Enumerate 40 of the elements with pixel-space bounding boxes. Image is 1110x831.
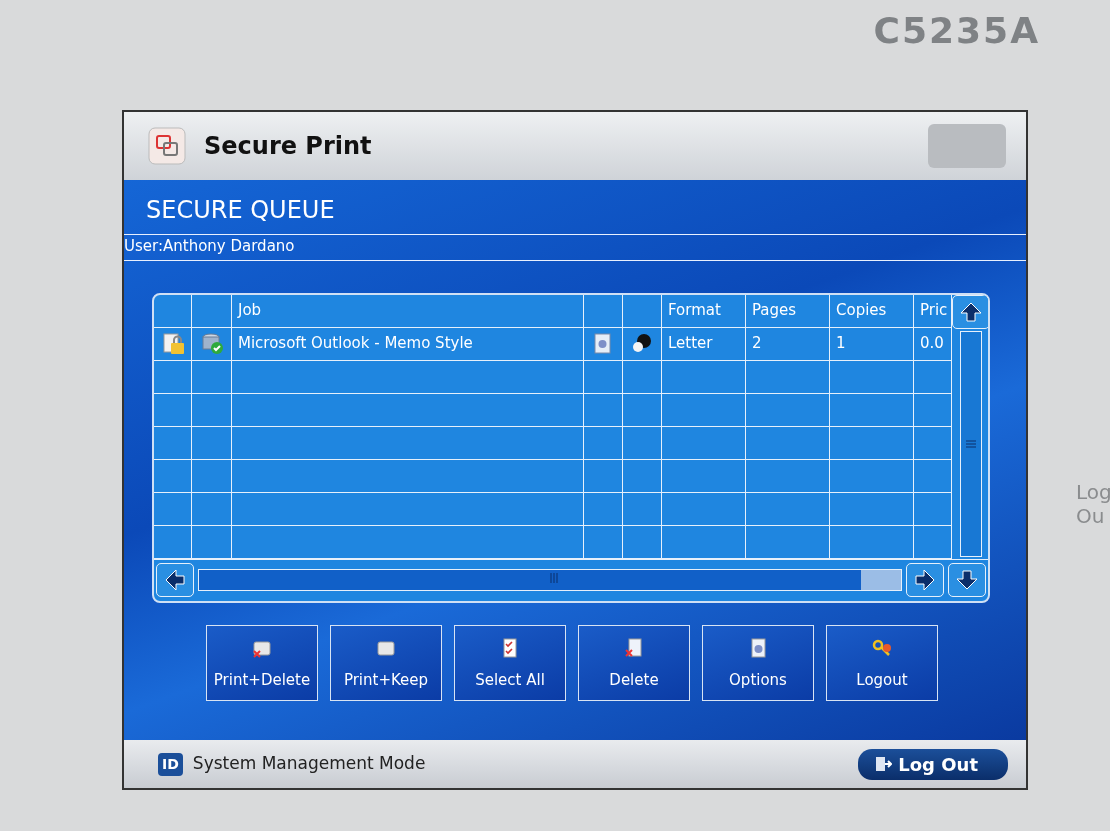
locked-document-icon xyxy=(160,331,185,356)
up-arrow-icon xyxy=(960,300,982,323)
bezel-text: Ou xyxy=(1076,504,1106,528)
column-header: Copies xyxy=(830,294,914,328)
right-arrow-icon xyxy=(914,569,936,591)
mode-label: System Management Mode xyxy=(192,752,426,776)
scroll-right-button[interactable] xyxy=(906,563,944,597)
column-header: Job xyxy=(232,294,584,328)
user-label: User:Anthony Dardano xyxy=(124,234,1026,261)
table-cell: 2 xyxy=(746,327,830,361)
action-button[interactable]: Options xyxy=(702,624,814,701)
scroll-thumb[interactable] xyxy=(861,570,901,590)
document-delete-icon xyxy=(623,637,645,659)
sign-out-button[interactable]: Log Out xyxy=(858,748,1008,780)
table-cell: Letter xyxy=(662,327,746,361)
scroll-up-button[interactable] xyxy=(952,294,988,329)
scroll-left-button[interactable] xyxy=(156,563,194,597)
grip-icon xyxy=(966,439,976,448)
column-header: Pages xyxy=(746,294,830,328)
database-check-icon xyxy=(199,331,224,356)
table-cell: Microsoft Outlook - Memo Style xyxy=(232,327,584,361)
screen-title: Secure Print xyxy=(204,131,372,162)
vertical-scrollbar[interactable] xyxy=(960,330,982,557)
table-cell: 1 xyxy=(830,327,914,361)
action-button[interactable]: Print+Keep xyxy=(330,624,442,701)
action-button[interactable]: Select All xyxy=(454,624,566,701)
scroll-down-button[interactable] xyxy=(948,563,986,597)
left-arrow-icon xyxy=(164,569,186,591)
grip-icon xyxy=(550,573,558,583)
model-label: C5235A xyxy=(873,9,1040,53)
queue-title: SECURE QUEUE xyxy=(145,195,336,226)
action-button[interactable]: Print+Delete xyxy=(206,624,318,701)
bezel-text: Log xyxy=(1076,480,1110,504)
action-button[interactable]: Logout xyxy=(826,624,938,701)
app-icon xyxy=(148,127,186,165)
column-header: Format xyxy=(662,294,746,328)
door-exit-icon xyxy=(874,755,893,773)
action-button[interactable]: Delete xyxy=(578,624,690,701)
down-arrow-icon xyxy=(956,569,978,591)
id-badge: ID xyxy=(158,752,183,776)
